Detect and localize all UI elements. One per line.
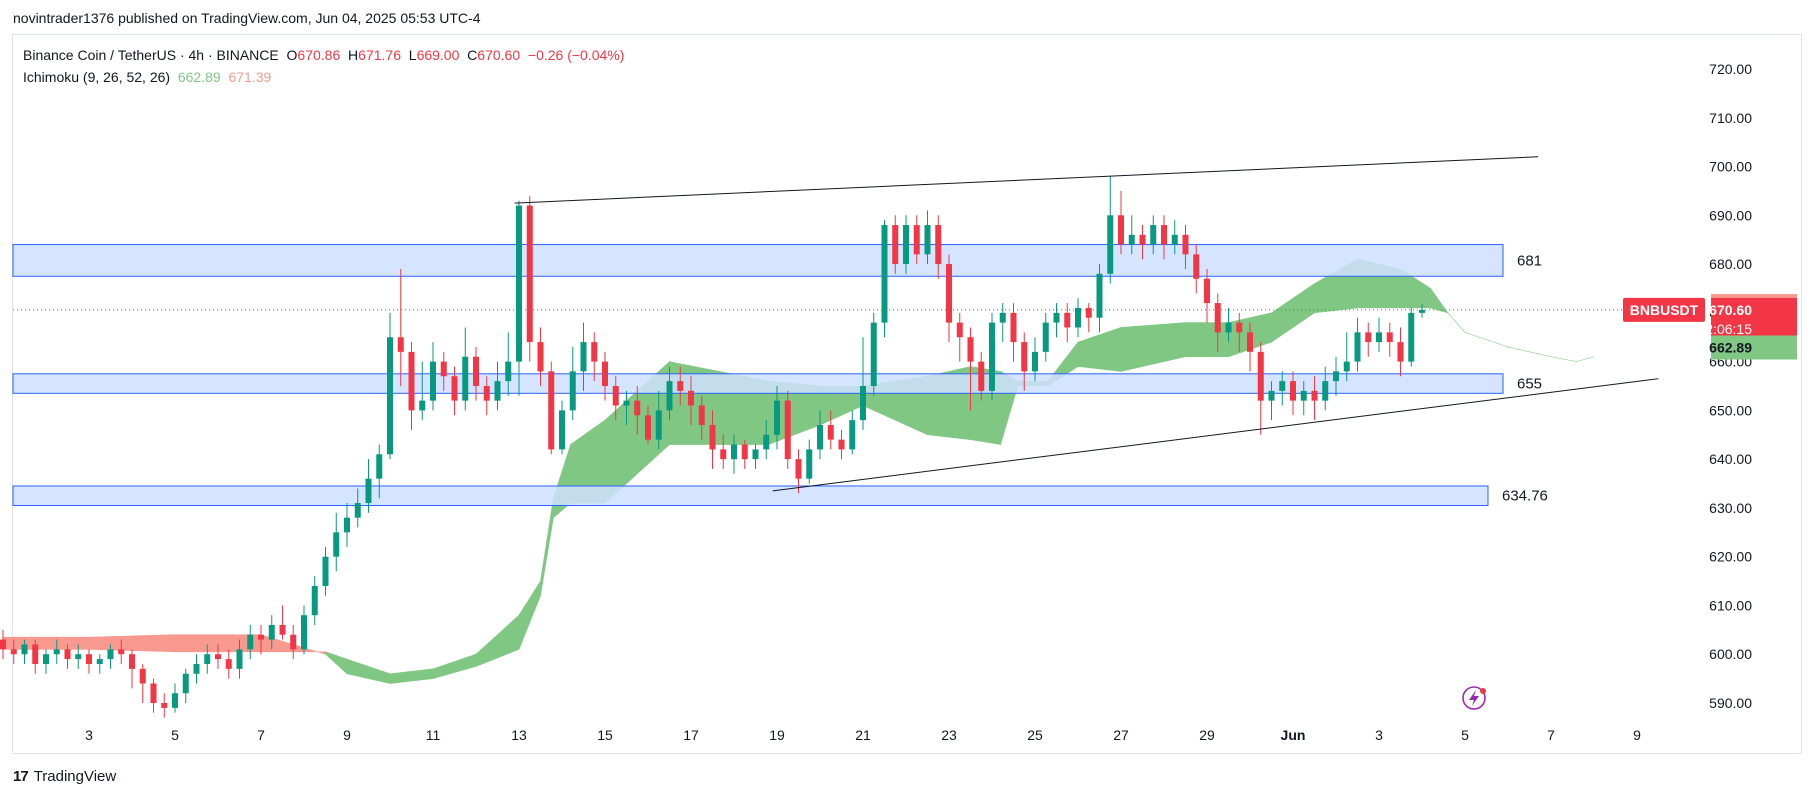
chart-legend: Binance Coin / TetherUS · 4h · BINANCE O… — [23, 44, 624, 88]
legend-indicator-row: Ichimoku (9, 26, 52, 26) 662.89 671.39 — [23, 66, 624, 88]
legend-symbol[interactable]: Binance Coin / TetherUS · 4h · BINANCE — [23, 47, 279, 63]
legend-indicator-name[interactable]: Ichimoku (9, 26, 52, 26) — [23, 69, 170, 85]
legend-open-label: O — [286, 47, 298, 63]
legend-close-label: C — [467, 47, 478, 63]
tradingview-brand: TradingView — [33, 768, 117, 785]
legend-low-label: L — [408, 47, 417, 63]
legend-open-value: 670.86 — [297, 47, 341, 63]
legend-low-value: 669.00 — [416, 47, 460, 63]
publish-attribution: novintrader1376 published on TradingView… — [13, 10, 481, 26]
legend-close-value: 670.60 — [477, 47, 521, 63]
tradingview-logo-icon: 17 — [13, 768, 29, 785]
legend-high-value: 671.76 — [358, 47, 401, 63]
candle-body[interactable] — [0, 639, 6, 650]
legend-indicator-value-b: 671.39 — [228, 69, 272, 85]
legend-change: −0.26 (−0.04%) — [527, 47, 625, 63]
tradingview-footer: 17 TradingView — [13, 768, 116, 785]
legend-high-label: H — [348, 47, 359, 63]
chart-pane[interactable] — [12, 34, 1802, 754]
legend-symbol-row: Binance Coin / TetherUS · 4h · BINANCE O… — [23, 44, 624, 66]
legend-indicator-value-a: 662.89 — [177, 69, 221, 85]
